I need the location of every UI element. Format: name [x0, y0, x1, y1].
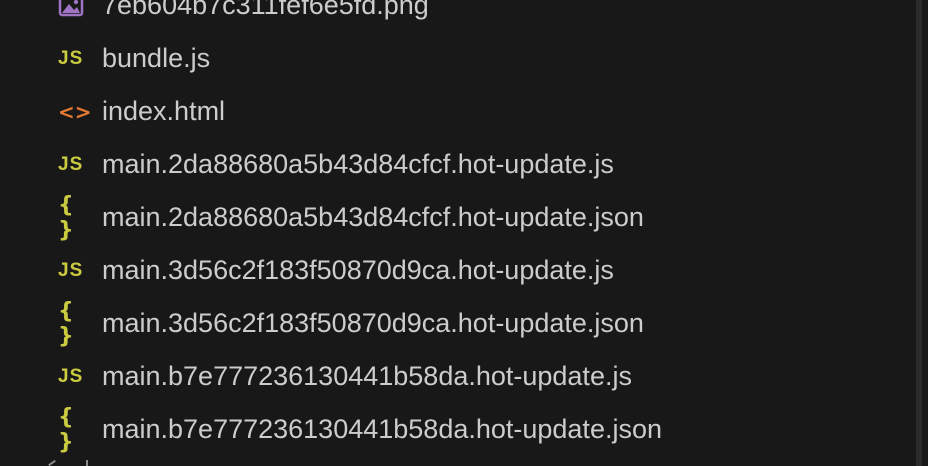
file-item-bundle-js[interactable]: JS bundle.js — [0, 32, 922, 85]
file-item-hot-update-json-1[interactable]: { } main.2da88680a5b43d84cfcf.hot-update… — [0, 191, 922, 244]
file-item-hot-update-js-3[interactable]: JS main.b7e777236130441b58da.hot-update.… — [0, 350, 922, 403]
html-icon: <> — [58, 99, 92, 124]
json-icon: { } — [58, 404, 76, 455]
file-name: bundle.js — [102, 43, 211, 73]
file-item-hot-update-js-2[interactable]: JS main.3d56c2f183f50870d9ca.hot-update.… — [0, 244, 922, 297]
image-icon — [58, 0, 86, 17]
js-icon: JS — [58, 47, 84, 69]
chevron-icon — [40, 458, 100, 466]
file-name: main.3d56c2f183f50870d9ca.hot-update.js — [102, 255, 614, 285]
file-name: 7eb604b7c311fef6e5fd.png — [102, 0, 429, 20]
json-icon: { } — [58, 192, 76, 243]
js-icon: JS — [58, 153, 84, 175]
file-explorer: 7eb604b7c311fef6e5fd.png JS bundle.js <>… — [0, 0, 922, 466]
file-name: main.2da88680a5b43d84cfcf.hot-update.js — [102, 149, 614, 179]
js-icon: JS — [58, 365, 84, 387]
file-item-hot-update-js-1[interactable]: JS main.2da88680a5b43d84cfcf.hot-update.… — [0, 138, 922, 191]
js-icon: JS — [58, 259, 84, 281]
panel-border — [916, 0, 922, 466]
file-list: 7eb604b7c311fef6e5fd.png JS bundle.js <>… — [0, 0, 922, 456]
file-item-hot-update-json-3[interactable]: { } main.b7e777236130441b58da.hot-update… — [0, 403, 922, 456]
file-item-index-html[interactable]: <> index.html — [0, 85, 922, 138]
json-icon: { } — [58, 298, 76, 349]
file-name: index.html — [102, 96, 226, 126]
file-name: main.2da88680a5b43d84cfcf.hot-update.jso… — [102, 202, 644, 232]
file-item-png[interactable]: 7eb604b7c311fef6e5fd.png — [0, 0, 922, 32]
file-item-hot-update-json-2[interactable]: { } main.3d56c2f183f50870d9ca.hot-update… — [0, 297, 922, 350]
file-name: main.b7e777236130441b58da.hot-update.js — [102, 361, 632, 391]
file-name: main.3d56c2f183f50870d9ca.hot-update.jso… — [102, 308, 644, 338]
file-name: main.b7e777236130441b58da.hot-update.jso… — [102, 414, 662, 444]
